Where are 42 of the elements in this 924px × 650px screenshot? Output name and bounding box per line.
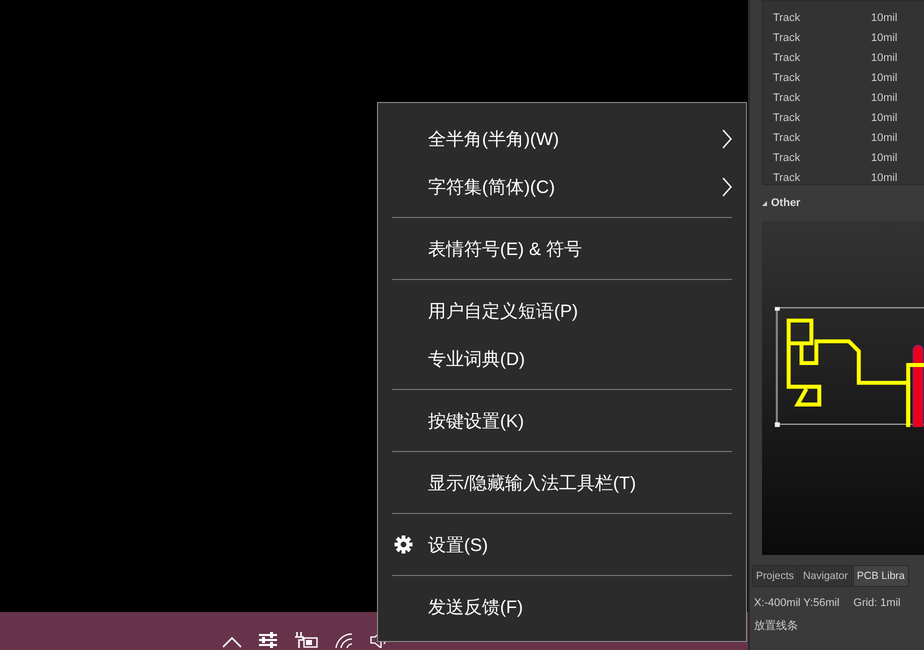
width-cell: 10mil xyxy=(871,132,898,144)
width-cell: 10mil xyxy=(871,12,898,24)
panel-tab[interactable]: Projects xyxy=(752,565,798,587)
object-cell-text: Track xyxy=(772,32,802,44)
width-cell: 10mil xyxy=(871,172,898,184)
object-cell-text: Track xyxy=(772,152,802,164)
menu-item[interactable]: 专业词典(D) xyxy=(378,335,746,383)
grid-size: Grid: 1mil xyxy=(853,597,900,609)
chevron-right-icon xyxy=(722,177,732,197)
collapse-triangle-icon[interactable] xyxy=(762,200,767,206)
object-cell-text: Track xyxy=(772,92,802,104)
object-cell-text: Track xyxy=(772,12,802,24)
object-cell-text: Track xyxy=(772,172,802,184)
menu-item[interactable]: 按键设置(K) xyxy=(378,397,746,445)
cursor-coordinates: X:-400mil Y:56mil xyxy=(754,597,840,609)
width-cell: 10mil xyxy=(871,52,898,64)
object-cell-text: Track xyxy=(772,132,802,144)
object-cell-text: Track xyxy=(772,112,802,124)
menu-item[interactable]: 显示/隐藏输入法工具栏(T) xyxy=(378,459,746,507)
menu-item[interactable]: 全半角(半角)(W) xyxy=(378,115,746,163)
sliders-icon[interactable] xyxy=(258,632,278,648)
chevron-up-icon[interactable] xyxy=(222,636,242,648)
object-cell-text: Track xyxy=(772,52,802,64)
battery-plug-icon[interactable] xyxy=(294,632,318,648)
menu-item[interactable]: 表情符号(E) & 符号 xyxy=(378,225,746,273)
menu-item[interactable]: 字符集(简体)(C) xyxy=(378,163,746,211)
width-cell: 10mil xyxy=(871,72,898,84)
width-cell: 10mil xyxy=(871,152,898,164)
width-cell: 10mil xyxy=(871,32,898,44)
menu-item[interactable]: 用户自定义短语(P) xyxy=(378,287,746,335)
chevron-right-icon xyxy=(722,129,732,149)
menu-item[interactable]: 发送反馈(F) xyxy=(378,583,746,631)
section-title: Other xyxy=(771,197,800,209)
menu-item[interactable]: 设置(S) xyxy=(378,521,746,569)
panel-tab[interactable]: PCB Libra xyxy=(852,565,909,587)
width-cell: 10mil xyxy=(871,92,898,104)
object-cell-text: Track xyxy=(772,72,802,84)
width-cell: 10mil xyxy=(871,112,898,124)
wifi-icon[interactable] xyxy=(334,632,354,648)
settings-icon xyxy=(394,535,413,554)
status-hint: 放置线条 xyxy=(754,619,799,633)
panel-tab[interactable]: Navigator xyxy=(798,565,852,587)
